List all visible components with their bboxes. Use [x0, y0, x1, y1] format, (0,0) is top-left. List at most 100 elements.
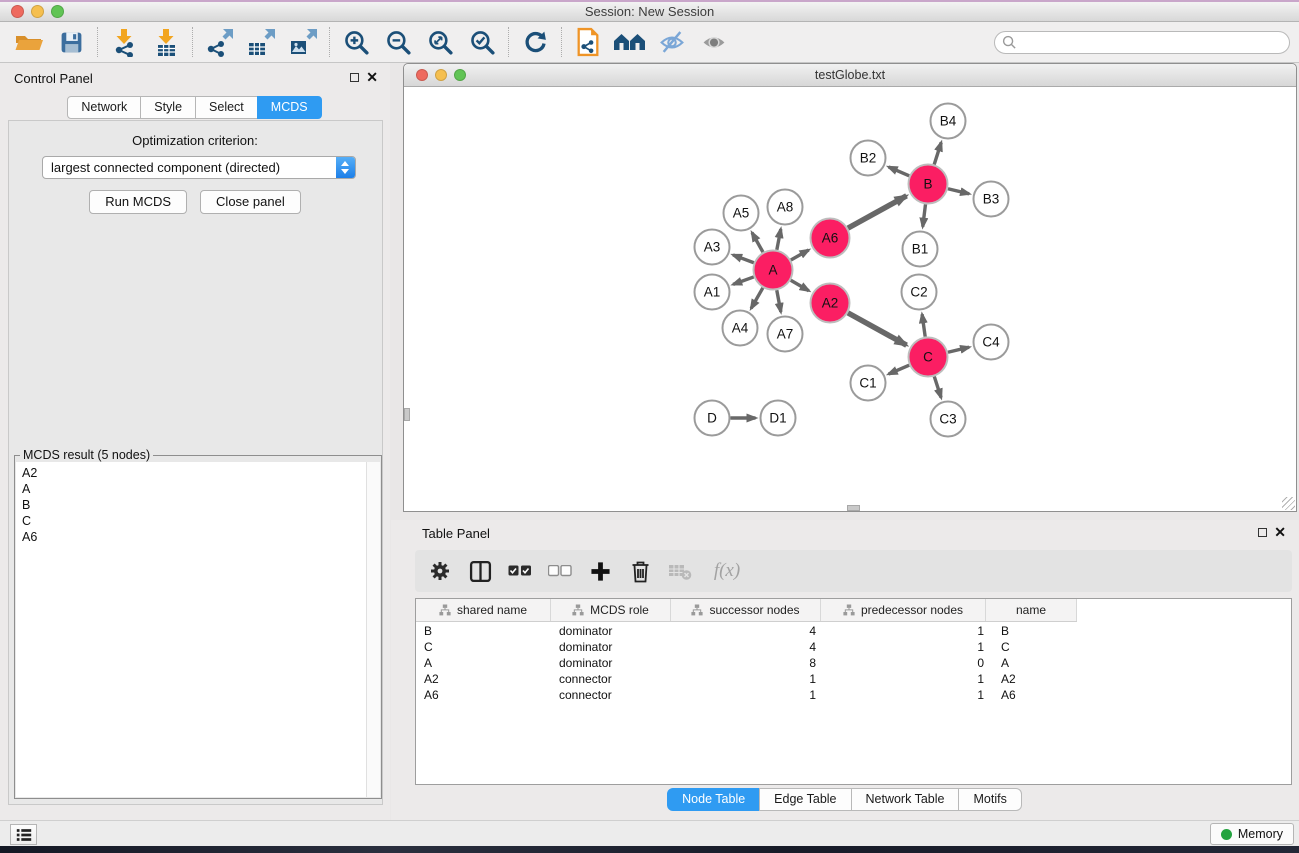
- node-A5[interactable]: A5: [724, 196, 759, 231]
- optimization-criterion-dropdown[interactable]: largest connected component (directed): [42, 156, 356, 179]
- node-A6[interactable]: A6: [811, 219, 850, 258]
- node-A4[interactable]: A4: [723, 311, 758, 346]
- table-row[interactable]: A2connector11A2: [416, 671, 1292, 687]
- edge-C-C2[interactable]: [922, 314, 925, 336]
- node-A1[interactable]: A1: [695, 275, 730, 310]
- close-table-panel-icon[interactable]: ✕: [1274, 527, 1286, 538]
- column-header-shared-name[interactable]: shared name: [416, 599, 551, 621]
- column-header-predecessor-nodes[interactable]: predecessor nodes: [821, 599, 986, 621]
- mcds-result-item[interactable]: A2: [22, 465, 366, 481]
- network-hscroll-thumb[interactable]: [847, 505, 860, 511]
- network-vscroll-thumb[interactable]: [404, 408, 410, 421]
- node-A2[interactable]: A2: [811, 284, 850, 323]
- tab-network[interactable]: Network: [67, 96, 141, 119]
- edge-A-A4[interactable]: [751, 288, 763, 309]
- export-network-button[interactable]: [198, 24, 240, 60]
- tab-node-table[interactable]: Node Table: [667, 788, 760, 811]
- network-graph[interactable]: B4 B2 B B3 A5 A8A6 A3 A B1 A1 C2 A2 A4 A7 C4 C C1 C3 D D1: [404, 88, 1296, 511]
- import-table-button[interactable]: [145, 24, 187, 60]
- close-panel-button[interactable]: Close panel: [200, 190, 301, 214]
- select-all-rows-button[interactable]: [505, 555, 535, 587]
- node-B2[interactable]: B2: [851, 141, 886, 176]
- hide-details-button[interactable]: [651, 24, 693, 60]
- refresh-view-button[interactable]: [514, 24, 556, 60]
- tab-select[interactable]: Select: [195, 96, 258, 119]
- zoom-in-button[interactable]: [335, 24, 377, 60]
- edge-B-B3[interactable]: [948, 189, 969, 194]
- save-session-button[interactable]: [50, 24, 92, 60]
- table-row[interactable]: Adominator80A: [416, 655, 1292, 671]
- column-header-mcds-role[interactable]: MCDS role: [551, 599, 671, 621]
- edge-C-C1[interactable]: [889, 365, 910, 374]
- network-canvas[interactable]: B4 B2 B B3 A5 A8A6 A3 A B1 A1 C2 A2 A4 A7 C4 C C1 C3 D D1: [404, 88, 1296, 511]
- node-B4[interactable]: B4: [931, 104, 966, 139]
- edge-A-A3[interactable]: [733, 255, 754, 263]
- mcds-result-item[interactable]: A6: [22, 529, 366, 545]
- edge-A-A1[interactable]: [733, 277, 754, 284]
- zoom-fit-button[interactable]: [419, 24, 461, 60]
- edge-A2-C[interactable]: [848, 313, 907, 345]
- tab-network-table[interactable]: Network Table: [851, 788, 960, 811]
- mcds-result-item[interactable]: C: [22, 513, 366, 529]
- float-table-panel-icon[interactable]: [1258, 528, 1267, 537]
- tab-edge-table[interactable]: Edge Table: [759, 788, 851, 811]
- table-row[interactable]: Bdominator41B: [416, 623, 1292, 639]
- show-columns-button[interactable]: [465, 555, 495, 587]
- network-resize-grip[interactable]: [1282, 497, 1295, 510]
- node-C1[interactable]: C1: [851, 366, 886, 401]
- run-mcds-button[interactable]: Run MCDS: [89, 190, 187, 214]
- column-header-successor-nodes[interactable]: successor nodes: [671, 599, 821, 621]
- create-column-button[interactable]: [585, 555, 615, 587]
- mcds-result-item[interactable]: B: [22, 497, 366, 513]
- tab-motifs[interactable]: Motifs: [958, 788, 1021, 811]
- network-document-button[interactable]: [567, 24, 609, 60]
- edge-C-C4[interactable]: [948, 347, 969, 352]
- edge-A-A8[interactable]: [777, 229, 781, 250]
- table-settings-button[interactable]: [425, 555, 455, 587]
- show-details-button[interactable]: [693, 24, 735, 60]
- node-C3[interactable]: C3: [931, 402, 966, 437]
- tab-mcds[interactable]: MCDS: [257, 96, 322, 119]
- delete-column-button[interactable]: [625, 555, 655, 587]
- edge-B-B2[interactable]: [889, 167, 910, 176]
- node-B1[interactable]: B1: [903, 232, 938, 267]
- edge-A-A5[interactable]: [752, 233, 763, 253]
- node-C4[interactable]: C4: [974, 325, 1009, 360]
- node-A[interactable]: A: [754, 251, 793, 290]
- column-header-name[interactable]: name: [986, 599, 1077, 621]
- mcds-result-scrollbar[interactable]: [366, 462, 380, 797]
- zoom-out-button[interactable]: [377, 24, 419, 60]
- edge-A-A6[interactable]: [791, 250, 809, 260]
- node-B3[interactable]: B3: [974, 182, 1009, 217]
- table-row[interactable]: Cdominator41C: [416, 639, 1292, 655]
- zoom-selected-button[interactable]: [461, 24, 503, 60]
- node-A8[interactable]: A8: [768, 190, 803, 225]
- show-task-history-button[interactable]: [10, 824, 37, 845]
- node-A3[interactable]: A3: [695, 230, 730, 265]
- node-C[interactable]: C: [909, 338, 948, 377]
- memory-button[interactable]: Memory: [1210, 823, 1294, 845]
- node-A7[interactable]: A7: [768, 317, 803, 352]
- home-views-button[interactable]: [609, 24, 651, 60]
- search-input[interactable]: [1017, 34, 1289, 52]
- export-table-button[interactable]: [240, 24, 282, 60]
- mcds-result-item[interactable]: A: [22, 481, 366, 497]
- import-network-button[interactable]: [103, 24, 145, 60]
- table-row[interactable]: A6connector11A6: [416, 687, 1292, 703]
- close-panel-icon[interactable]: ✕: [366, 72, 378, 83]
- edge-B-B4[interactable]: [934, 142, 941, 164]
- deselect-all-rows-button[interactable]: [545, 555, 575, 587]
- node-C2[interactable]: C2: [902, 275, 937, 310]
- node-D[interactable]: D: [695, 401, 730, 436]
- open-session-button[interactable]: [8, 24, 50, 60]
- float-panel-icon[interactable]: [350, 73, 359, 82]
- node-B[interactable]: B: [909, 165, 948, 204]
- export-image-button[interactable]: [282, 24, 324, 60]
- edge-A-A2[interactable]: [791, 280, 809, 290]
- edge-A-A7[interactable]: [777, 290, 781, 312]
- edge-C-C3[interactable]: [934, 377, 941, 398]
- edge-B-B1[interactable]: [923, 204, 926, 226]
- tab-style[interactable]: Style: [140, 96, 196, 119]
- node-D1[interactable]: D1: [761, 401, 796, 436]
- edge-A6-B[interactable]: [848, 196, 907, 228]
